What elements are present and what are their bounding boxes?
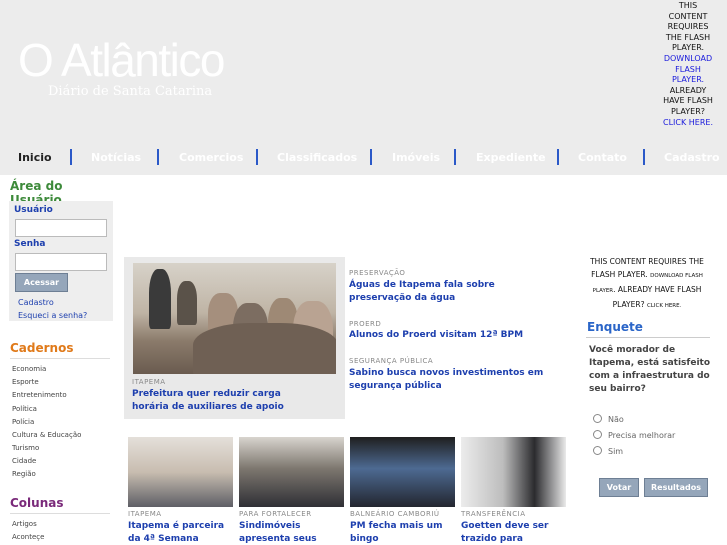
news-kicker: PROERD (349, 320, 382, 328)
news-headline[interactable]: Sindimóveis apresenta seus delegados (239, 520, 345, 545)
main-nav: Inicio Notícias Comercios Classificados … (0, 145, 727, 170)
radio-button[interactable] (593, 446, 602, 455)
news-thumbnail[interactable] (461, 437, 566, 507)
nav-separator (157, 149, 159, 165)
nav-separator (370, 149, 372, 165)
nav-item-contato[interactable]: Contato (578, 151, 627, 164)
user-label: Usuário (14, 205, 53, 215)
nav-item-imoveis[interactable]: Imóveis (392, 151, 440, 164)
click-here-link[interactable]: Click here. (647, 303, 681, 309)
news-kicker: BALNEÁRIO CAMBORIÚ (350, 510, 440, 518)
password-input[interactable] (15, 253, 107, 271)
divider (10, 358, 110, 359)
forgot-password-link[interactable]: Esqueci a senha? (18, 311, 87, 320)
nav-item-classificados[interactable]: Classificados (277, 151, 357, 164)
radio-button[interactable] (593, 414, 602, 423)
featured-kicker: ITAPEMA (132, 378, 166, 386)
caderno-regiao[interactable]: Região (12, 470, 36, 478)
user-input[interactable] (15, 219, 107, 237)
coluna-artigos[interactable]: Artigos (12, 520, 37, 528)
news-kicker: PRESERVAÇÃO (349, 269, 406, 277)
radio-button[interactable] (593, 430, 602, 439)
poll-question: Você morador de Itapema, está satisfeito… (589, 345, 711, 394)
news-headline[interactable]: Alunos do Proerd visitam 12ª BPM (349, 329, 549, 342)
site-logo[interactable]: O Atlântico (18, 34, 225, 86)
flash-placeholder-top: This content requires the Flash Player. … (662, 1, 714, 128)
featured-story[interactable]: ITAPEMA Prefeitura quer reduzir carga ho… (124, 257, 345, 419)
nav-separator (643, 149, 645, 165)
poll-option-sim[interactable]: Sim (593, 446, 623, 456)
nav-separator (70, 149, 72, 165)
nav-item-cadastro[interactable]: Cadastro (664, 151, 720, 164)
news-headline[interactable]: PM fecha mais um bingo (350, 520, 456, 545)
news-kicker: SEGURANÇA PÚBLICA (349, 357, 434, 365)
nav-item-noticias[interactable]: Notícias (91, 151, 141, 164)
download-flash-link[interactable]: Download Flash Player. (664, 54, 712, 84)
flash-placeholder-right: This content requires the Flash Player. … (586, 255, 708, 313)
caderno-cidade[interactable]: Cidade (12, 457, 36, 465)
password-label: Senha (14, 239, 46, 249)
flash-message: This content requires the Flash Player. (665, 1, 711, 53)
header: O Atlântico Diário de Santa Catarina Thi… (0, 0, 727, 175)
caderno-esporte[interactable]: Esporte (12, 378, 39, 386)
featured-headline[interactable]: Prefeitura quer reduzir carga horária de… (132, 388, 312, 414)
flash-already-text: Already have Flash Player? (663, 85, 713, 116)
results-button[interactable]: Resultados (644, 478, 708, 497)
featured-photo[interactable] (133, 263, 336, 374)
news-kicker: PARA FORTALECER (239, 510, 312, 518)
news-headline[interactable]: Águas de Itapema fala sobre preservação … (349, 279, 549, 305)
news-headline[interactable]: Goetten deve ser trazido para Itapema (461, 520, 567, 545)
cadernos-title: Cadernos (10, 341, 74, 355)
news-thumbnail[interactable] (128, 437, 233, 507)
divider (10, 513, 110, 514)
news-kicker: TRANSFERÊNCIA (461, 510, 526, 518)
news-kicker: ITAPEMA (128, 510, 162, 518)
caderno-policia[interactable]: Polícia (12, 418, 34, 426)
poll-title: Enquete (587, 320, 643, 334)
colunas-title: Colunas (10, 496, 64, 510)
site-subtitle: Diário de Santa Catarina (48, 84, 213, 99)
nav-separator (557, 149, 559, 165)
poll-option-precisa-melhorar[interactable]: Precisa melhorar (593, 430, 675, 440)
left-sidebar: Área do Usuário Usuário Senha Acessar Ca… (0, 175, 118, 545)
poll-option-nao[interactable]: Não (593, 414, 624, 424)
caderno-economia[interactable]: Economia (12, 365, 46, 373)
register-link[interactable]: Cadastro (18, 298, 54, 307)
poll-option-label: Não (608, 415, 624, 424)
caderno-entretenimento[interactable]: Entretenimento (12, 391, 67, 399)
click-here-link[interactable]: Click here. (663, 118, 713, 127)
news-thumbnail[interactable] (350, 437, 455, 507)
news-thumbnail[interactable] (239, 437, 344, 507)
nav-item-inicio[interactable]: Inicio (18, 151, 52, 164)
coluna-aconteca[interactable]: Aconteçe (12, 533, 44, 541)
caderno-politica[interactable]: Política (12, 405, 37, 413)
poll-option-label: Precisa melhorar (608, 431, 676, 440)
login-button[interactable]: Acessar (15, 273, 68, 292)
nav-item-expediente[interactable]: Expediente (476, 151, 546, 164)
news-headline[interactable]: Itapema é parceira da 4ª Semana (128, 520, 234, 545)
poll-option-label: Sim (608, 447, 624, 456)
vote-button[interactable]: Votar (599, 478, 639, 497)
caderno-cultura-educacao[interactable]: Cultura & Educação (12, 431, 81, 439)
divider (586, 337, 710, 338)
nav-item-comercios[interactable]: Comercios (179, 151, 243, 164)
nav-separator (454, 149, 456, 165)
caderno-turismo[interactable]: Turismo (12, 444, 39, 452)
nav-separator (256, 149, 258, 165)
news-headline[interactable]: Sabino busca novos investimentos em segu… (349, 367, 549, 393)
